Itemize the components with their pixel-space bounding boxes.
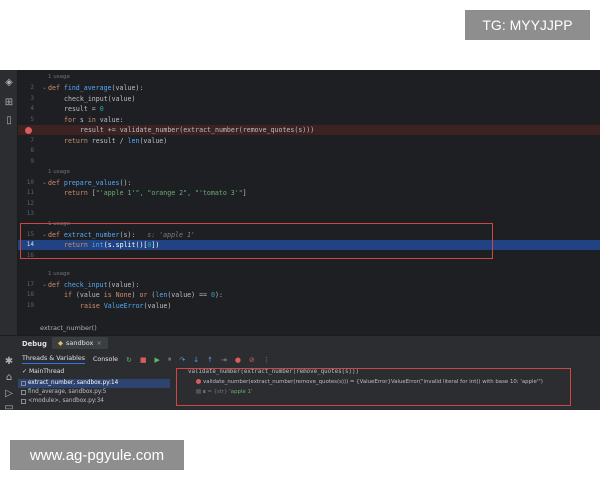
stack-frame[interactable]: extract_number, sandbox.py:14 [18, 379, 170, 388]
code-line[interactable]: 7 return result / len(value) [18, 136, 600, 146]
code-line[interactable]: 4 result = 0 [18, 104, 600, 114]
code-line[interactable]: 2 ⌄ def find_average(value): [18, 83, 600, 93]
python-icon: ◆ [58, 339, 63, 347]
resume-icon[interactable]: ▶ [155, 356, 160, 364]
run-to-cursor-icon[interactable]: ⇥ [221, 356, 227, 364]
view-breakpoints-icon[interactable]: ● [235, 356, 241, 364]
run-icon[interactable]: ▷ [3, 387, 15, 399]
tab-console[interactable]: Console [93, 356, 118, 363]
thread-selector[interactable]: ✓ MainThread [22, 368, 64, 375]
breakpoint-line[interactable]: result += validate_number(extract_number… [18, 125, 600, 136]
ide-window: ◈ ⊞ ▯ 1 usage 2 ⌄ def find_average(value… [0, 70, 600, 410]
stop-icon[interactable]: ■ [140, 356, 147, 364]
watermark-top: TG: MYYJJPP [465, 10, 590, 40]
step-into-icon[interactable]: ↓ [193, 356, 199, 364]
watermark-bottom: www.ag-pgyule.com [10, 440, 184, 470]
close-icon[interactable]: × [96, 339, 101, 347]
debug-panel: Debug ◆ sandbox × Threads & Variables Co… [0, 335, 600, 410]
stack-frame[interactable]: <module>, sandbox.py:34 [18, 397, 170, 406]
rerun-icon[interactable]: ↻ [126, 356, 132, 364]
code-line[interactable]: 10 ⌄ def prepare_values(): [18, 178, 600, 188]
annotation-box-variables [176, 368, 571, 406]
project-icon[interactable]: ◈ [3, 76, 15, 88]
pause-icon[interactable]: ⏸ [168, 355, 172, 364]
python-console-icon[interactable]: ⌂ [3, 371, 15, 383]
threads-list: ✓ MainThread extract_number, sandbox.py:… [18, 368, 170, 410]
breadcrumb[interactable]: extract_number() [40, 324, 97, 332]
bookmark-icon[interactable]: ▯ [3, 114, 15, 126]
bug-icon[interactable]: ✱ [3, 355, 15, 367]
step-out-icon[interactable]: ↑ [207, 356, 213, 364]
fold-icon[interactable]: ⌄ [42, 178, 47, 188]
annotation-box-code [20, 223, 493, 259]
step-over-icon[interactable]: ↷ [179, 356, 185, 364]
tab-threads-variables[interactable]: Threads & Variables [22, 355, 85, 364]
debug-subtabs: Threads & Variables Console ↻ ■ ▶ ⏸ ↷ ↓ … [22, 355, 270, 364]
breakpoint-icon[interactable] [25, 127, 32, 134]
code-line[interactable]: 5 for s in value: [18, 115, 600, 125]
stack-frame[interactable]: find_average, sandbox.py:5 [18, 388, 170, 397]
code-line[interactable]: 18 if (value is None) or (len(value) == … [18, 290, 600, 300]
usage-hint: 1 usage [48, 271, 70, 277]
usage-hint: 1 usage [48, 74, 70, 80]
session-tab[interactable]: ◆ sandbox × [52, 337, 108, 349]
usage-hint: 1 usage [48, 169, 70, 175]
code-line[interactable]: 17 ⌄ def check_input(value): [18, 280, 600, 290]
fold-icon[interactable]: ⌄ [42, 280, 47, 290]
more-icon[interactable]: ⋮ [263, 356, 270, 364]
mute-breakpoints-icon[interactable]: ⊘ [249, 356, 255, 364]
terminal-icon[interactable]: ▭ [3, 401, 15, 411]
structure-icon[interactable]: ⊞ [3, 96, 15, 108]
code-line[interactable]: 19 raise ValueError(value) [18, 301, 600, 311]
code-line[interactable]: 11 return ["'apple 1'", "orange 2", "'to… [18, 188, 600, 198]
code-editor[interactable]: 1 usage 2 ⌄ def find_average(value): 3 c… [18, 70, 600, 335]
debug-side-icons: ✱ ⌂ ▷ ▭ [0, 335, 18, 411]
debug-title: Debug [22, 340, 47, 348]
fold-icon[interactable]: ⌄ [42, 83, 47, 93]
code-line[interactable]: 3 check_input(value) [18, 94, 600, 104]
